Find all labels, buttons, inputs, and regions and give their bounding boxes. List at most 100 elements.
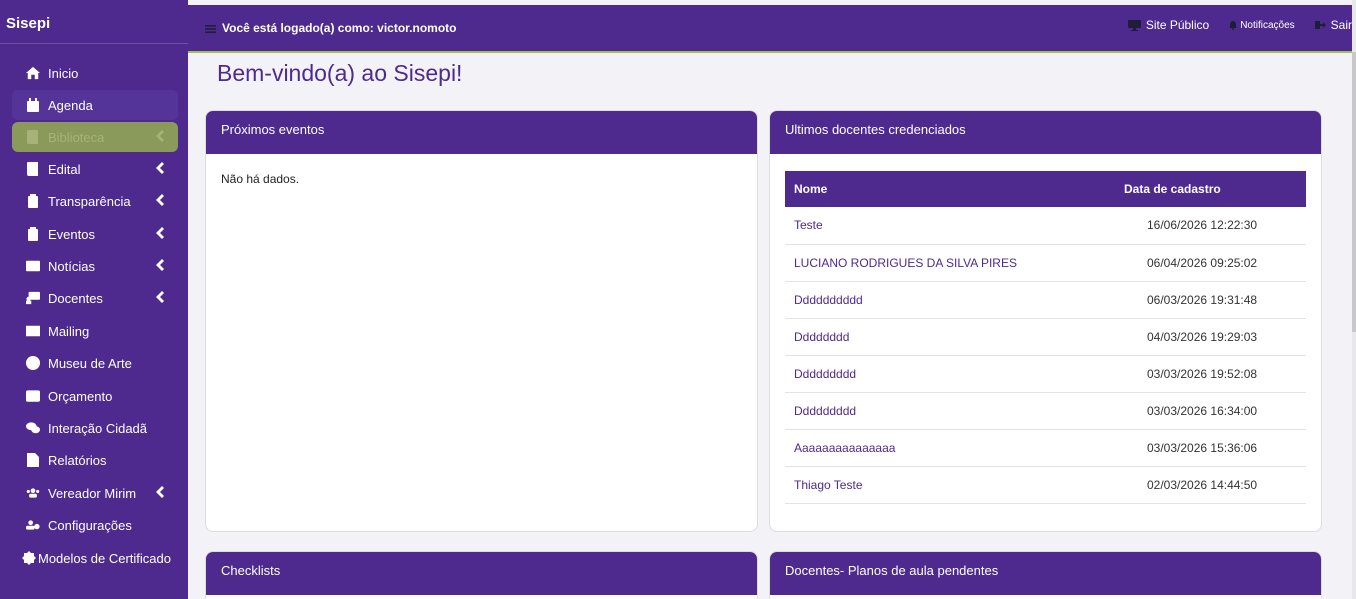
table-row[interactable]: Dddddddddd 06/03/2026 19:31:48	[785, 281, 1306, 319]
cadastro-date: 03/03/2026 15:36:06	[1115, 429, 1306, 467]
notificacoes-link[interactable]: Notificações	[1229, 20, 1295, 31]
sidebar-item-label: Interação Cidadã	[48, 420, 148, 436]
top-navbar: Você está logado(a) como: victor.nomoto …	[188, 5, 1352, 53]
sair-link[interactable]: Sair	[1314, 18, 1352, 32]
sidebar-item-label: Biblioteca	[48, 129, 105, 145]
sidebar-item-mailing[interactable]: Mailing	[12, 316, 178, 346]
sign-out-icon	[1314, 21, 1326, 29]
sidebar-item-label: Vereador Mirim	[48, 485, 137, 501]
wallet-icon	[24, 389, 41, 403]
sidebar-item-edital[interactable]: Edital	[12, 154, 178, 184]
docente-name-link[interactable]: Dddddddddd	[785, 281, 1115, 319]
table-row[interactable]: Thiago Teste 02/03/2026 14:44:50	[785, 466, 1306, 504]
sidebar-item-inicio[interactable]: Inicio	[12, 58, 178, 88]
page-scrollbar[interactable]	[1352, 0, 1356, 599]
home-icon	[24, 66, 41, 80]
certificate-icon	[22, 551, 36, 565]
palette-icon	[24, 356, 41, 370]
sidebar-item-modelos-de-certificado[interactable]: Modelos de Certificado	[10, 543, 176, 573]
card-header-title: Ultimos docentes credenciados	[770, 111, 1321, 154]
sidebar-item-orcamento[interactable]: Orçamento	[12, 381, 178, 411]
sidebar-item-biblioteca[interactable]: Biblioteca	[12, 122, 178, 152]
sidebar-item-label: Eventos	[48, 226, 95, 242]
table-row[interactable]: LUCIANO RODRIGUES DA SILVA PIRES 06/04/20…	[785, 244, 1306, 282]
comments-icon	[24, 421, 41, 435]
table-row[interactable]: Teste 16/06/2026 12:22:30	[785, 207, 1306, 245]
docente-name-link[interactable]: Dddddddd	[785, 318, 1115, 356]
site-publico-label: Site Público	[1145, 18, 1210, 32]
chevron-left-icon	[156, 486, 166, 498]
sidebar-item-label: Notícias	[48, 258, 95, 274]
site-publico-link[interactable]: Site Público	[1127, 18, 1210, 32]
sidebar-item-label: Orçamento	[48, 388, 113, 404]
desktop-icon	[1127, 19, 1141, 31]
sidebar-item-museu-de-arte[interactable]: Museu de Arte	[12, 348, 178, 378]
docentes-table: Nome Data de cadastro Teste 16/06/2026 12…	[785, 171, 1306, 504]
calendar-icon	[24, 98, 41, 112]
ultimos-docentes-card: Ultimos docentes credenciados Nome Data …	[769, 110, 1322, 532]
proximos-eventos-card: Próximos eventos Não há dados.	[205, 110, 758, 532]
docente-name-link[interactable]: Aaaaaaaaaaaaaaa	[785, 429, 1115, 467]
sidebar-item-transparencia[interactable]: Transparência	[12, 186, 178, 216]
sidebar-item-interacao-cidada[interactable]: Interação Cidadã	[12, 413, 178, 443]
chevron-left-icon	[156, 130, 166, 142]
checklists-card: Checklists	[205, 551, 758, 599]
book-icon	[24, 162, 41, 176]
sidebar-item-label: Edital	[48, 161, 81, 177]
sidebar-item-label: Inicio	[48, 65, 79, 81]
sidebar: Sisepi Inicio Agenda Biblioteca Edital T…	[0, 0, 188, 599]
sidebar-item-label: Mailing	[48, 323, 90, 339]
cadastro-date: 06/04/2026 09:25:02	[1115, 244, 1306, 282]
table-row[interactable]: Ddddddddd 03/03/2026 16:34:00	[785, 392, 1306, 430]
card-header-title: Docentes- Planos de aula pendentes	[770, 552, 1321, 595]
sidebar-item-label: Modelos de Certificado	[38, 550, 171, 566]
clipboard-icon	[24, 194, 41, 208]
sair-label: Sair	[1330, 18, 1352, 32]
planos-pendentes-card: Docentes- Planos de aula pendentes	[769, 551, 1322, 599]
docente-name-link[interactable]: LUCIANO RODRIGUES DA SILVA PIRES	[785, 244, 1115, 282]
sidebar-item-vereador-mirim[interactable]: Vereador Mirim	[12, 478, 178, 508]
sidebar-item-eventos[interactable]: Eventos	[12, 219, 178, 249]
empty-state-text: Não há dados.	[221, 172, 300, 186]
sidebar-item-label: Agenda	[48, 97, 93, 113]
users-icon	[24, 486, 41, 500]
table-header-row: Nome Data de cadastro	[785, 171, 1306, 207]
card-body: Não há dados.	[206, 154, 757, 204]
hamburger-menu-icon[interactable]	[205, 23, 217, 33]
table-row[interactable]: Ddddddddd 03/03/2026 19:52:08	[785, 355, 1306, 393]
card-header-title: Checklists	[206, 552, 757, 595]
cadastro-date: 02/03/2026 14:44:50	[1115, 466, 1306, 504]
docente-name-link[interactable]: Ddddddddd	[785, 355, 1115, 393]
bell-icon	[1229, 20, 1238, 30]
chevron-left-icon	[156, 259, 166, 271]
chevron-left-icon	[156, 291, 166, 303]
docente-name-link[interactable]: Thiago Teste	[785, 466, 1115, 504]
sidebar-item-label: Docentes	[48, 290, 103, 306]
app-brand[interactable]: Sisepi	[0, 0, 188, 44]
docente-name-link[interactable]: Ddddddddd	[785, 392, 1115, 430]
book-icon	[24, 130, 41, 144]
card-body: Nome Data de cadastro Teste 16/06/2026 12…	[770, 154, 1321, 504]
sidebar-item-agenda[interactable]: Agenda	[12, 90, 178, 120]
logged-in-text: Você está logado(a) como: victor.nomoto	[222, 21, 457, 35]
sidebar-item-label: Museu de Arte	[48, 355, 132, 371]
column-header-data-cadastro[interactable]: Data de cadastro	[1115, 171, 1306, 207]
docente-name-link[interactable]: Teste	[785, 207, 1115, 245]
chevron-left-icon	[156, 162, 166, 174]
cadastro-date: 03/03/2026 19:52:08	[1115, 355, 1306, 393]
cadastro-date: 03/03/2026 16:34:00	[1115, 392, 1306, 430]
cadastro-date: 16/06/2026 12:22:30	[1115, 207, 1306, 245]
users-cog-icon	[24, 518, 41, 532]
sidebar-item-label: Relatórios	[48, 452, 107, 468]
chevron-left-icon	[156, 194, 166, 206]
sidebar-item-relatorios[interactable]: Relatórios	[12, 445, 178, 475]
sidebar-item-configuracoes[interactable]: Configurações	[12, 510, 178, 540]
card-header-title: Próximos eventos	[206, 111, 757, 154]
column-header-nome[interactable]: Nome	[785, 171, 1115, 207]
sidebar-item-docentes[interactable]: Docentes	[12, 283, 178, 313]
scrollbar-thumb[interactable]	[1352, 52, 1356, 332]
clipboard-check-icon	[24, 227, 41, 241]
table-row[interactable]: Dddddddd 04/03/2026 19:29:03	[785, 318, 1306, 356]
table-row[interactable]: Aaaaaaaaaaaaaaa 03/03/2026 15:36:06	[785, 429, 1306, 467]
sidebar-item-noticias[interactable]: Notícias	[12, 251, 178, 281]
